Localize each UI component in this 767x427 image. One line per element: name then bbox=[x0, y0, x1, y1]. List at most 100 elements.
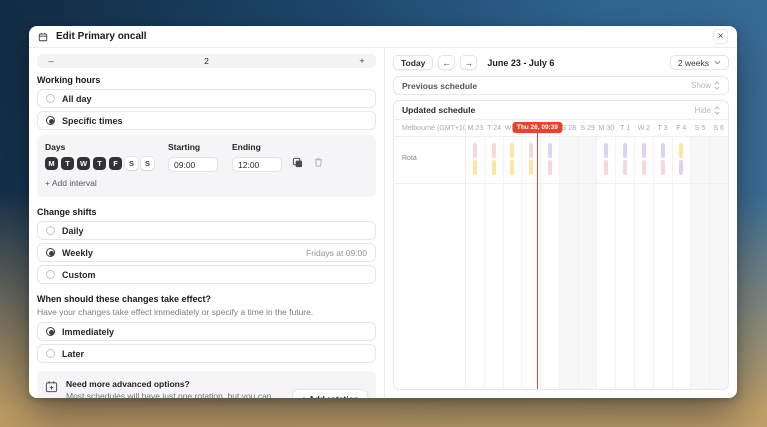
rotation-count-stepper: – 2 + bbox=[37, 54, 376, 68]
shift-bar bbox=[661, 160, 665, 175]
radio-icon bbox=[46, 94, 55, 103]
timeline-day-column bbox=[672, 137, 691, 389]
shift-bar bbox=[492, 160, 496, 175]
radio-icon bbox=[46, 349, 55, 358]
shift-bar bbox=[473, 143, 477, 158]
option-label: Weekly bbox=[62, 248, 93, 258]
timeline-day-column bbox=[503, 137, 522, 389]
days-label: Days bbox=[45, 142, 154, 152]
starting-time-input[interactable] bbox=[168, 157, 218, 172]
schedule-settings-panel: – 2 + Working hours All day Specific tim… bbox=[29, 48, 385, 398]
day-chip-monday[interactable]: M bbox=[45, 157, 58, 170]
shift-bar bbox=[529, 160, 533, 175]
timezone-label: Melbourne (GMT+10) bbox=[394, 120, 466, 136]
timeline-day-label: T 1 bbox=[616, 120, 635, 136]
option-label: Custom bbox=[62, 270, 96, 280]
timeline-day-label: S 6 bbox=[709, 120, 728, 136]
shift-bar bbox=[661, 143, 665, 158]
option-label: Immediately bbox=[62, 327, 114, 337]
show-previous-schedule-toggle[interactable]: Show bbox=[691, 81, 720, 90]
shift-bar bbox=[548, 143, 552, 158]
timeline-day-column bbox=[540, 137, 559, 389]
hide-updated-schedule-toggle[interactable]: Hide bbox=[695, 106, 720, 115]
timeline-body: Rota bbox=[394, 137, 728, 389]
updated-schedule-row: Updated schedule Hide bbox=[394, 101, 728, 120]
next-period-button[interactable]: → bbox=[460, 55, 477, 70]
timeline-day-label: M 23 bbox=[466, 120, 485, 136]
shift-bar bbox=[679, 143, 683, 158]
timeline-day-label: S 28 bbox=[560, 120, 579, 136]
rota-shift-bars bbox=[604, 143, 608, 175]
option-all-day[interactable]: All day bbox=[37, 89, 376, 108]
timeline-day-label: T 3 bbox=[653, 120, 672, 136]
day-chip-tuesday[interactable]: T bbox=[61, 157, 74, 170]
day-chips: M T W T F S S bbox=[45, 157, 154, 170]
rota-shift-bars bbox=[548, 143, 552, 175]
add-interval-link[interactable]: + Add interval bbox=[45, 178, 97, 188]
chevron-down-icon bbox=[714, 60, 721, 65]
add-rotation-button[interactable]: + Add rotation bbox=[292, 389, 368, 398]
close-icon[interactable]: × bbox=[713, 29, 728, 44]
option-later[interactable]: Later bbox=[37, 344, 376, 363]
option-specific-times[interactable]: Specific times bbox=[37, 111, 376, 130]
duplicate-interval-icon[interactable] bbox=[292, 157, 303, 168]
previous-schedule-row: Previous schedule Show bbox=[393, 76, 729, 95]
radio-icon bbox=[46, 270, 55, 279]
previous-period-button[interactable]: ← bbox=[438, 55, 455, 70]
option-immediately[interactable]: Immediately bbox=[37, 322, 376, 341]
advanced-options-callout: Need more advanced options? Most schedul… bbox=[37, 371, 376, 398]
shift-bar bbox=[679, 160, 683, 175]
timeline-day-label: W 2 bbox=[634, 120, 653, 136]
day-chip-wednesday[interactable]: W bbox=[77, 157, 90, 170]
shift-bar bbox=[548, 160, 552, 175]
timeline-day-label: S 29 bbox=[578, 120, 597, 136]
shift-bar bbox=[642, 143, 646, 158]
schedule-preview-panel: Today ← → June 23 - July 6 2 weeks Previ… bbox=[385, 48, 737, 398]
ending-time-input[interactable] bbox=[232, 157, 282, 172]
stepper-increment-button[interactable]: + bbox=[356, 56, 368, 66]
option-label: All day bbox=[62, 94, 92, 104]
shift-bar bbox=[604, 143, 608, 158]
timeline-day-column bbox=[615, 137, 634, 389]
modal-title: Edit Primary oncall bbox=[56, 31, 147, 42]
period-select[interactable]: 2 weeks bbox=[670, 55, 729, 70]
calendar-plus-icon bbox=[45, 380, 58, 393]
day-chip-saturday[interactable]: S bbox=[125, 157, 138, 170]
rota-shift-bars bbox=[661, 143, 665, 175]
option-weekly[interactable]: Weekly Fridays at 09:00 bbox=[37, 243, 376, 262]
day-chip-thursday[interactable]: T bbox=[93, 157, 106, 170]
expand-collapse-icon bbox=[714, 81, 720, 90]
timeline-day-label: T 24 bbox=[485, 120, 504, 136]
option-daily[interactable]: Daily bbox=[37, 221, 376, 240]
timeline-day-column bbox=[634, 137, 653, 389]
today-button[interactable]: Today bbox=[393, 55, 433, 70]
effect-question-label: When should these changes take effect? bbox=[37, 294, 376, 304]
timeline-day-column bbox=[466, 137, 484, 389]
calendar-icon bbox=[38, 32, 48, 42]
current-time-line bbox=[537, 133, 538, 389]
day-chip-sunday[interactable]: S bbox=[141, 157, 154, 170]
calendar-toolbar: Today ← → June 23 - July 6 2 weeks bbox=[393, 55, 729, 70]
radio-icon bbox=[46, 248, 55, 257]
day-chip-friday[interactable]: F bbox=[109, 157, 122, 170]
option-custom[interactable]: Custom bbox=[37, 265, 376, 284]
shift-bar bbox=[604, 160, 608, 175]
schedule-timeline: Melbourne (GMT+10) M 23 T 24 W 25 T 26 F… bbox=[394, 120, 728, 389]
timeline-day-column bbox=[578, 137, 597, 389]
delete-interval-icon[interactable] bbox=[313, 157, 324, 168]
desktop-background: Edit Primary oncall × – 2 + Working hour… bbox=[0, 0, 767, 427]
effect-description: Have your changes take effect immediatel… bbox=[37, 307, 376, 317]
period-select-value: 2 weeks bbox=[678, 58, 709, 68]
weekly-detail-text: Fridays at 09:00 bbox=[306, 248, 367, 258]
working-hours-label: Working hours bbox=[37, 75, 376, 85]
shift-bar bbox=[510, 143, 514, 158]
current-time-badge: Thu 26, 09:39 bbox=[513, 122, 562, 133]
rota-shift-bars bbox=[529, 143, 533, 175]
shift-bar bbox=[642, 160, 646, 175]
shift-bar bbox=[529, 143, 533, 158]
rota-shift-bars bbox=[473, 143, 477, 175]
ending-group: Ending bbox=[232, 142, 282, 172]
stepper-decrement-button[interactable]: – bbox=[45, 56, 57, 66]
rota-shift-bars bbox=[679, 143, 683, 175]
option-label: Later bbox=[62, 349, 84, 359]
